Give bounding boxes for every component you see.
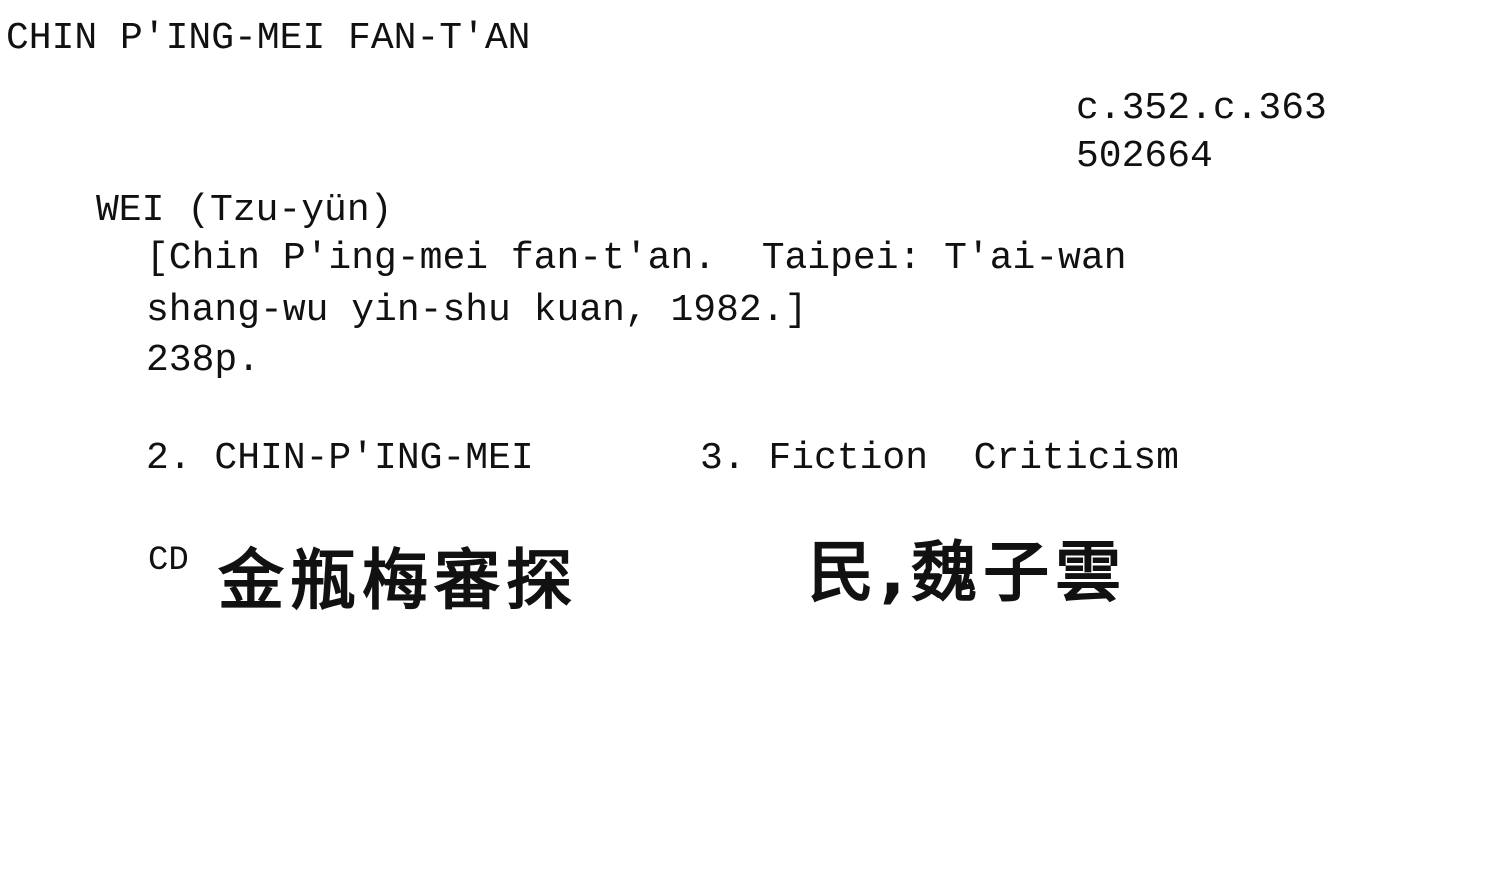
cd-label: CD: [148, 542, 189, 580]
subject-heading-3: 3. Fiction Criticism: [700, 437, 1179, 480]
card-heading: CHIN P'ING-MEI FAN-T'AN: [6, 17, 531, 60]
title-line-2: shang-wu yin-shu kuan, 1982.]: [146, 289, 808, 332]
handwritten-chinese-title: 金瓶梅審探: [218, 542, 578, 619]
title-line-1: [Chin P'ing-mei fan-t'an. Taipei: T'ai-w…: [146, 237, 1127, 280]
accession-number: 502664: [1076, 135, 1213, 178]
handwritten-chinese-author: 民,魏子雲: [808, 534, 1128, 611]
author-entry: WEI (Tzu-yün): [96, 189, 393, 232]
pagination: 238p.: [146, 339, 261, 382]
shelfmark: c.352.c.363: [1076, 87, 1327, 130]
subject-heading-2: 2. CHIN-P'ING-MEI: [146, 437, 534, 480]
